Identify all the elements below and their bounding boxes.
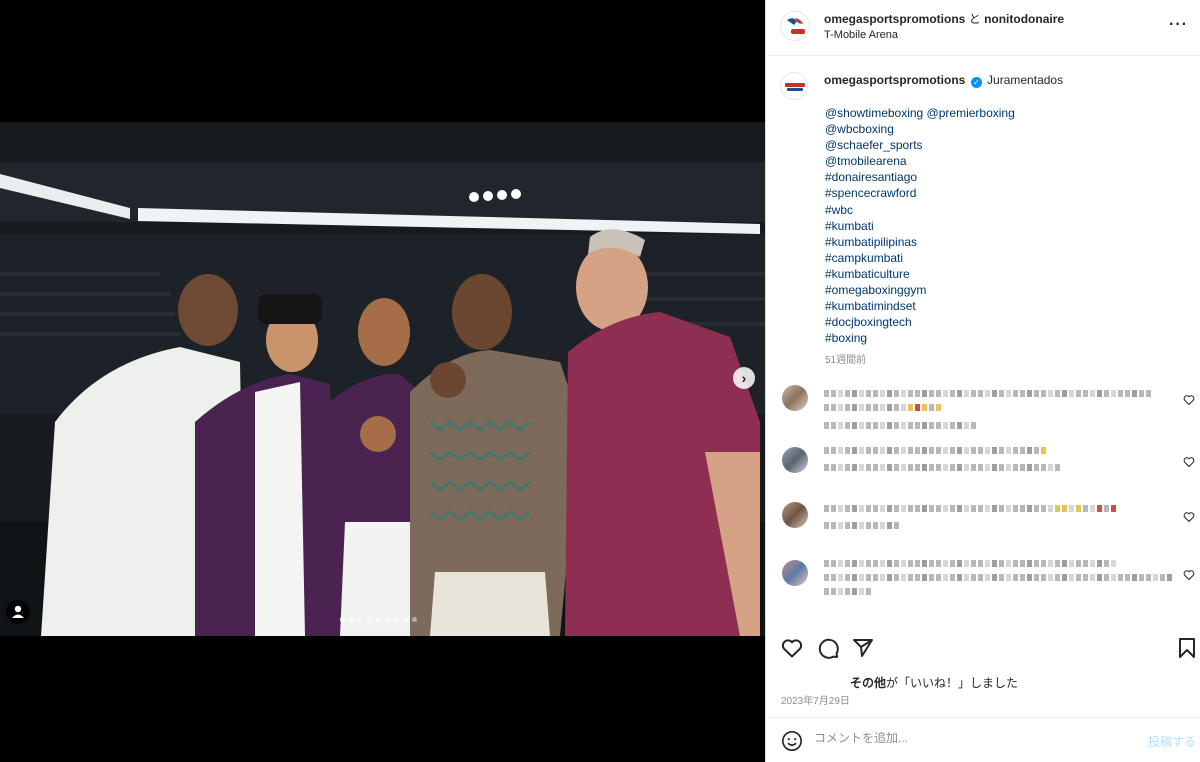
caption-tag-line[interactable]: #kumbati <box>825 218 1015 234</box>
caption-tag-line[interactable]: #campkumbati <box>825 250 1015 266</box>
verified-badge-icon: ✓ <box>970 77 982 88</box>
post-comment-button[interactable]: 投稿する <box>1148 733 1196 750</box>
comment-item <box>766 555 1200 617</box>
post-authors: omegasportspromotions と nonitodonaire <box>824 10 1064 27</box>
more-options-button[interactable]: ··· <box>1169 16 1188 34</box>
caption-username[interactable]: omegasportspromotions <box>824 73 965 87</box>
pixelated-comment-meta <box>824 522 899 529</box>
comment-input[interactable] <box>814 731 1124 745</box>
comment-item <box>766 442 1200 497</box>
post-media: › <box>0 0 765 762</box>
carousel-dot <box>349 617 354 622</box>
send-icon[interactable] <box>851 636 875 660</box>
carousel-dot <box>358 617 363 622</box>
caption-tag-line[interactable]: #omegaboxinggym <box>825 282 1015 298</box>
post-location[interactable]: T-Mobile Arena <box>824 29 898 41</box>
commenter-avatar[interactable] <box>782 385 808 411</box>
coauthor-username[interactable]: nonitodonaire <box>984 12 1064 26</box>
bookmark-icon[interactable] <box>1177 636 1197 660</box>
caption-tag-line[interactable]: #spencecrawford <box>825 185 1015 201</box>
commenter-avatar[interactable] <box>782 447 808 473</box>
like-comment-heart-icon[interactable] <box>1183 511 1195 523</box>
caption-tag-line[interactable]: @wbcboxing <box>825 121 1015 137</box>
carousel-dot <box>385 617 390 622</box>
post-details-panel: omegasportspromotions と nonitodonaire T-… <box>765 0 1200 762</box>
caption-tag-line[interactable]: #kumbaticulture <box>825 266 1015 282</box>
user-tag-icon <box>12 605 24 618</box>
like-comment-heart-icon[interactable] <box>1183 456 1195 468</box>
pixelated-comment-text <box>824 574 1172 581</box>
comment-item <box>766 497 1200 555</box>
caption-avatar[interactable] <box>780 72 808 100</box>
pixelated-comment-meta <box>824 588 871 595</box>
carousel-dot <box>394 617 399 622</box>
carousel-next-button[interactable]: › <box>733 367 755 389</box>
carousel-indicator <box>340 617 417 622</box>
post-caption: omegasportspromotions ✓ Juramentados @sh… <box>766 57 1200 377</box>
carousel-dot <box>412 617 417 622</box>
post-date[interactable]: 2023年7月29日 <box>781 692 850 707</box>
author-username[interactable]: omegasportspromotions <box>824 12 965 26</box>
smiley-icon[interactable] <box>781 730 803 752</box>
caption-tag-line[interactable]: #kumbatipilipinas <box>825 234 1015 250</box>
pixelated-comment-meta <box>824 422 976 429</box>
post-photo[interactable]: › <box>0 122 765 636</box>
likes-summary[interactable]: その他が「いいね！」しました <box>850 674 1018 691</box>
caption-tag-line[interactable]: @tmobilearena <box>825 153 1015 169</box>
caption-text: Juramentados <box>987 73 1064 87</box>
carousel-dot <box>367 617 372 622</box>
commenter-avatar[interactable] <box>782 502 808 528</box>
add-comment-bar: 投稿する <box>766 717 1200 762</box>
carousel-dot <box>403 617 408 622</box>
pixelated-comment-meta <box>824 464 1060 471</box>
caption-tag-line[interactable]: #kumbatimindset <box>825 298 1015 314</box>
pixelated-comment-text <box>824 447 1046 454</box>
comment-list <box>766 380 1200 617</box>
likes-others: その他 <box>850 676 887 690</box>
more-horizontal-icon: ··· <box>1169 16 1188 33</box>
caption-tag-line[interactable]: #docjboxingtech <box>825 314 1015 330</box>
chevron-right-icon: › <box>741 370 747 386</box>
comment-icon[interactable] <box>816 636 840 660</box>
author-avatar[interactable] <box>780 11 810 41</box>
pixelated-comment-text <box>824 390 1151 397</box>
carousel-dot <box>340 617 345 622</box>
pixelated-comment-text <box>824 560 1116 567</box>
carousel-dot <box>376 617 381 622</box>
caption-tag-line[interactable]: #wbc <box>825 202 1015 218</box>
caption-tag-line[interactable]: #boxing <box>825 330 1015 346</box>
arena-photo <box>0 122 765 636</box>
post-header: omegasportspromotions と nonitodonaire T-… <box>766 0 1200 56</box>
pixelated-comment-text <box>824 505 1116 512</box>
pixelated-comment-text <box>824 404 941 411</box>
caption-tag-line[interactable]: @schaefer_sports <box>825 137 1015 153</box>
commenter-avatar[interactable] <box>782 560 808 586</box>
caption-header: omegasportspromotions ✓ Juramentados <box>824 73 1063 88</box>
likes-text: が「いいね！」しました <box>886 676 1019 690</box>
caption-tag-line[interactable]: #donairesantiago <box>825 169 1015 185</box>
like-comment-heart-icon[interactable] <box>1183 569 1195 581</box>
omega-logo-icon <box>781 12 809 40</box>
caption-tag-line[interactable]: @showtimeboxing @premierboxing <box>825 105 1015 121</box>
caption-time-ago: 51週間前 <box>825 355 867 366</box>
caption-tags: @showtimeboxing @premierboxing @wbcboxing… <box>825 105 1015 346</box>
omega-logo-icon <box>781 73 807 99</box>
author-separator: と <box>968 12 981 26</box>
tagged-users-button[interactable] <box>6 600 30 624</box>
comment-item <box>766 380 1200 442</box>
post-actions <box>766 632 1200 666</box>
heart-icon[interactable] <box>780 636 804 660</box>
like-comment-heart-icon[interactable] <box>1183 394 1195 406</box>
